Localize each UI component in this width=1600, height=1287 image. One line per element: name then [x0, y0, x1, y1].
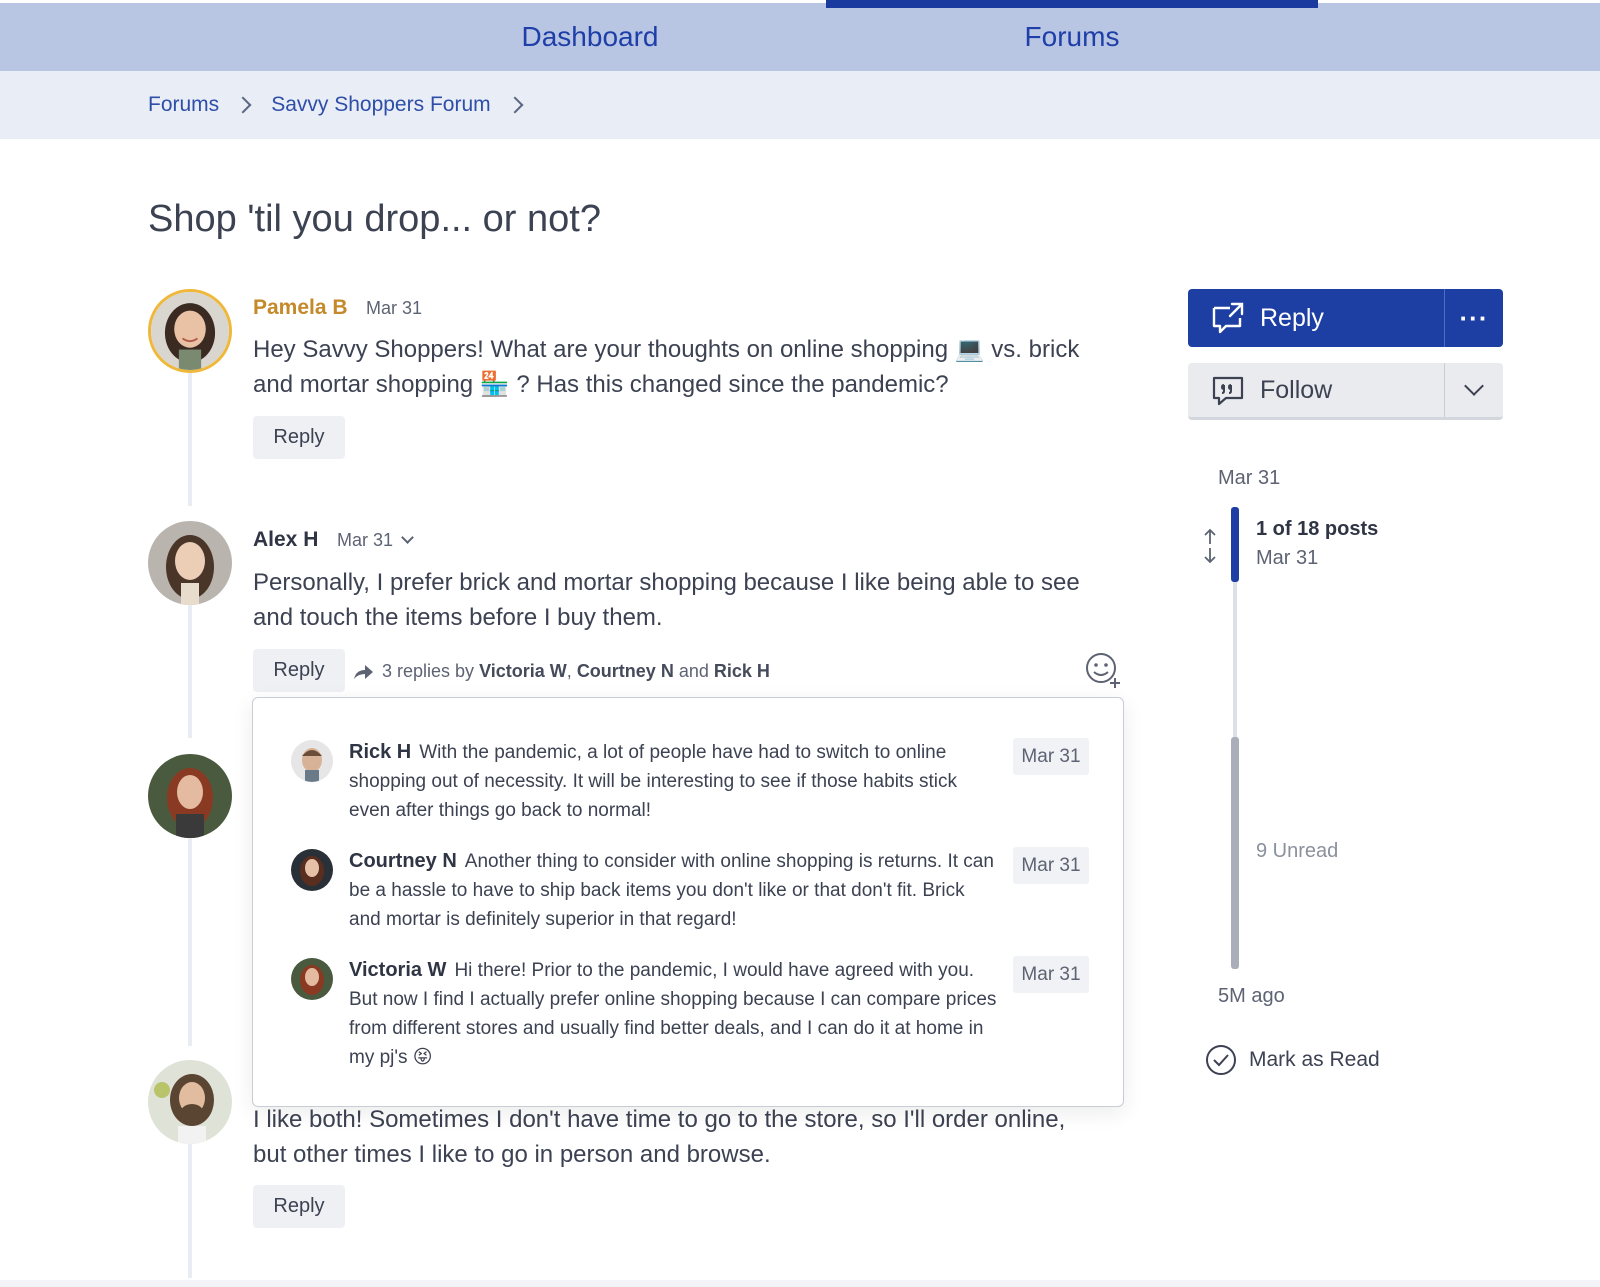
- replies-summary[interactable]: 3 replies by Victoria W, Courtney N and …: [352, 661, 770, 682]
- timeline-handle[interactable]: [1231, 507, 1239, 582]
- check-circle-icon: [1206, 1045, 1236, 1075]
- reply-button[interactable]: Reply: [253, 1185, 345, 1228]
- replies-popup: Rick H With the pandemic, a lot of people…: [252, 697, 1124, 1107]
- reply-share-icon: [1212, 302, 1244, 334]
- post-author[interactable]: Pamela B: [253, 296, 348, 320]
- chevron-down-icon: [1464, 376, 1484, 396]
- reply-text: Victoria W Hi there! Prior to the pandemi…: [349, 956, 999, 1072]
- post-body: Personally, I prefer brick and mortar sh…: [253, 565, 1133, 635]
- timeline-position: 1 of 18 posts: [1256, 518, 1379, 540]
- post-body: Hey Savvy Shoppers! What are your though…: [253, 332, 1133, 402]
- avatar-victoria-w[interactable]: [291, 958, 333, 1000]
- chevron-right-icon: [234, 96, 252, 114]
- speech-bubble-icon: [1212, 376, 1244, 406]
- timeline-position-date: Mar 31: [1256, 547, 1319, 569]
- post-date[interactable]: Mar 31: [337, 530, 414, 551]
- reply-date[interactable]: Mar 31: [1013, 847, 1089, 884]
- follow-main[interactable]: Follow: [1188, 363, 1445, 417]
- post-body-line: Personally, I prefer brick and mortar sh…: [253, 569, 1080, 596]
- bottom-divider: [0, 1280, 1600, 1287]
- chevron-down-icon: [401, 531, 414, 544]
- separator-text: and: [678, 661, 709, 681]
- follow-dropdown-button[interactable]: [1445, 363, 1503, 417]
- reply-button[interactable]: Reply: [253, 649, 345, 692]
- timeline-unread-bar[interactable]: [1231, 737, 1239, 969]
- follow-button[interactable]: Follow: [1188, 363, 1503, 420]
- breadcrumb: Forums Savvy Shoppers Forum: [0, 71, 1600, 139]
- post-body-line: Hey Savvy Shoppers! What are your though…: [253, 336, 1080, 363]
- post-author[interactable]: Alex H: [253, 528, 318, 552]
- separator-text: ,: [566, 661, 572, 681]
- tab-forums[interactable]: Forums: [826, 0, 1318, 71]
- chevron-right-icon: [506, 96, 524, 114]
- post-body-line: and touch the items before I buy them.: [253, 604, 663, 631]
- top-nav: Dashboard Forums: [0, 0, 1600, 71]
- post-date[interactable]: Mar 31: [366, 298, 422, 319]
- avatar-pamela-b[interactable]: [148, 289, 232, 373]
- thread-connector: [188, 838, 192, 1046]
- avatar-rick-h[interactable]: [291, 740, 333, 782]
- topic-reply-button[interactable]: Reply ···: [1188, 289, 1503, 347]
- add-reaction-icon[interactable]: [1084, 651, 1122, 689]
- reply-author[interactable]: Courtney N: [349, 850, 457, 872]
- reply-body: Hi there! Prior to the pandemic, I would…: [349, 960, 997, 1068]
- timeline-unread-label[interactable]: 9 Unread: [1256, 840, 1338, 863]
- reply-date[interactable]: Mar 31: [1013, 956, 1089, 993]
- reply-body: With the pandemic, a lot of people have …: [349, 742, 957, 821]
- reply-text: Rick H With the pandemic, a lot of people…: [349, 738, 999, 825]
- more-options-button[interactable]: ···: [1445, 289, 1503, 347]
- reply-text: Courtney N Another thing to consider with…: [349, 847, 999, 934]
- thread-connector: [188, 373, 192, 506]
- reply-author[interactable]: Victoria W: [349, 959, 446, 981]
- tab-dashboard[interactable]: Dashboard: [345, 3, 835, 71]
- mark-as-read-label: Mark as Read: [1249, 1048, 1380, 1071]
- reply-button[interactable]: Reply: [253, 416, 345, 459]
- avatar-courtney-n[interactable]: [291, 849, 333, 891]
- topic-reply-main[interactable]: Reply: [1188, 289, 1445, 347]
- timeline-end-date[interactable]: 5M ago: [1218, 985, 1285, 1008]
- mark-as-read-button[interactable]: Mark as Read: [1205, 1044, 1380, 1076]
- timeline-start-date[interactable]: Mar 31: [1218, 467, 1280, 490]
- post-body-line: I like both! Sometimes I don't have time…: [253, 1106, 1066, 1133]
- follow-label: Follow: [1260, 375, 1333, 404]
- post-body-line: but other times I like to go in person a…: [253, 1141, 771, 1168]
- avatar-user[interactable]: [148, 1060, 232, 1144]
- post-date-text: Mar 31: [337, 530, 394, 550]
- share-arrow-icon: [354, 664, 373, 679]
- reply-author[interactable]: Rick H: [349, 741, 411, 763]
- thread-connector: [188, 605, 192, 738]
- breadcrumb-forums[interactable]: Forums: [148, 93, 219, 117]
- breadcrumb-savvy-shoppers-forum[interactable]: Savvy Shoppers Forum: [271, 93, 490, 117]
- replier-name: Courtney N: [576, 661, 674, 681]
- thread-connector: [188, 1140, 192, 1278]
- page-title: Shop 'til you drop... or not?: [148, 198, 601, 240]
- up-down-arrows-icon[interactable]: [1200, 528, 1220, 564]
- post-body-line: and mortar shopping 🏪 ? Has this changed…: [253, 371, 949, 398]
- replier-name: Victoria W: [479, 661, 567, 681]
- topic-reply-label: Reply: [1260, 303, 1324, 332]
- replier-name: Rick H: [713, 661, 770, 681]
- avatar-user[interactable]: [148, 754, 232, 838]
- reply-date[interactable]: Mar 31: [1013, 738, 1089, 775]
- avatar-alex-h[interactable]: [148, 521, 232, 605]
- replies-count: 3 replies by: [382, 661, 475, 681]
- post-body: I like both! Sometimes I don't have time…: [253, 1102, 1133, 1172]
